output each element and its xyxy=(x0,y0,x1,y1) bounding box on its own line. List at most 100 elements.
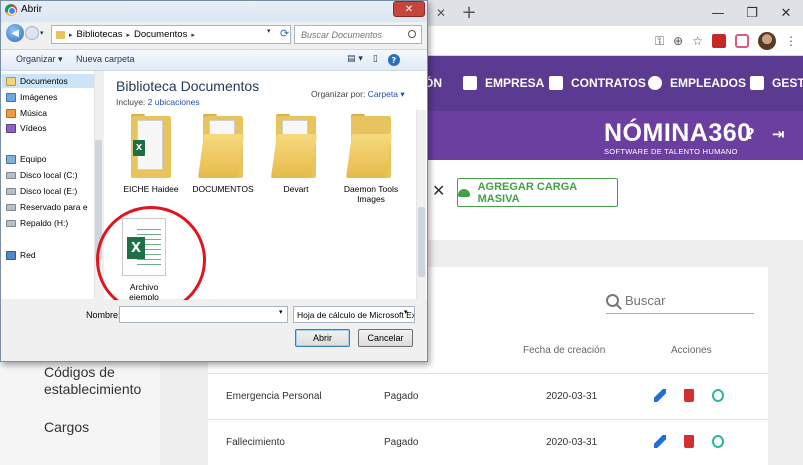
nav-item-disco-c[interactable]: Disco local (C:) xyxy=(6,168,78,182)
profile-avatar[interactable] xyxy=(758,32,776,50)
filetype-select[interactable]: Hoja de cálculo de Microsoft Excel xyxy=(293,306,415,323)
dialog-search-input[interactable] xyxy=(301,29,401,40)
nav-item-imagenes[interactable]: Imágenes xyxy=(6,90,57,104)
address-breadcrumb[interactable]: ▸ Bibliotecas ▸ Documentos ▸ xyxy=(51,25,291,44)
breadcrumb-item[interactable]: Bibliotecas xyxy=(77,29,123,40)
folder-item[interactable]: X EICHE Haidee xyxy=(116,114,186,194)
row-divider xyxy=(208,373,768,374)
history-dropdown-icon[interactable]: ▾ xyxy=(40,29,44,37)
nav-item-musica[interactable]: Música xyxy=(6,106,47,120)
face-icon xyxy=(648,76,662,90)
view-options-icon[interactable]: ▤ ▾ xyxy=(347,54,363,66)
nav-label: CONTRATOS xyxy=(571,76,646,90)
zoom-icon[interactable]: ⊕ xyxy=(673,31,683,51)
back-button[interactable]: ◀ xyxy=(6,24,24,42)
excel-icon: X xyxy=(133,140,145,156)
arrange-by-label: Organizar por: xyxy=(311,89,366,99)
nav-item-gestion[interactable]: GESTI xyxy=(750,74,803,92)
tab-close-icon[interactable]: ✕ xyxy=(436,6,446,20)
library-icon xyxy=(56,30,65,39)
extension-icon[interactable] xyxy=(735,34,749,48)
folder-label: Devart xyxy=(283,184,309,194)
window-close-icon[interactable]: ✕ xyxy=(769,0,803,26)
folder-item[interactable]: DOCUMENTOS xyxy=(188,114,258,194)
folder-icon: X xyxy=(127,114,175,178)
help-icon[interactable]: ? xyxy=(746,125,755,143)
file-list-scroll-thumb[interactable] xyxy=(418,207,425,277)
filetype-dropdown-icon[interactable]: ▾ xyxy=(404,308,408,316)
nomina360-logo: NÓMINA360 SOFTWARE DE TALENTO HUMANO xyxy=(604,120,752,156)
dialog-close-button[interactable]: ✕ xyxy=(393,1,425,17)
nav-item-label: Disco local (C:) xyxy=(20,170,78,180)
folder-item[interactable]: Devart xyxy=(261,114,331,194)
star-icon[interactable]: ☆ xyxy=(692,31,703,51)
nav-label: EMPRESA xyxy=(485,76,545,90)
history-icon[interactable] xyxy=(712,435,724,448)
cancel-button[interactable]: Cancelar xyxy=(358,329,413,347)
row-divider xyxy=(208,419,768,420)
history-icon[interactable] xyxy=(712,389,724,402)
refresh-icon[interactable]: ⟳ xyxy=(280,27,289,40)
nav-item-label: Vídeos xyxy=(20,123,47,133)
folder-icon xyxy=(270,114,320,178)
bulk-upload-button[interactable]: AGREGAR CARGA MASIVA xyxy=(457,178,618,207)
music-icon xyxy=(6,108,16,118)
nav-item-contratos[interactable]: CONTRATOS xyxy=(549,74,646,92)
nav-item-empresa[interactable]: EMPRESA xyxy=(463,74,544,92)
breadcrumb-item[interactable]: Documentos xyxy=(134,29,187,40)
filename-dropdown-icon[interactable]: ▾ xyxy=(279,308,283,316)
sidebar-item-cargos[interactable]: Cargos xyxy=(44,419,89,436)
nav-item-equipo[interactable]: Equipo xyxy=(6,152,46,166)
view-controls: ▤ ▾ ▯ ? xyxy=(347,54,400,66)
sidebar-item-label: Códigos de xyxy=(44,364,115,380)
delete-icon[interactable] xyxy=(684,389,694,402)
videos-icon xyxy=(6,123,16,133)
dialog-search xyxy=(294,25,422,44)
preview-pane-icon[interactable]: ▯ xyxy=(373,54,378,66)
nav-item-empleados[interactable]: EMPLEADOS xyxy=(648,74,746,92)
column-header-date: Fecha de creación xyxy=(523,345,606,356)
organize-button[interactable]: Organizar ▾ xyxy=(16,54,63,65)
nav-item-label: Documentos xyxy=(20,76,68,86)
key-icon[interactable]: ⚿ xyxy=(655,31,664,51)
minimize-icon[interactable]: — xyxy=(701,0,735,26)
library-locations-link[interactable]: 2 ubicaciones xyxy=(148,97,200,107)
nav-item-disco-e[interactable]: Disco local (E:) xyxy=(6,184,77,198)
cell-status: Pagado xyxy=(384,437,419,448)
nav-item-red[interactable]: Red xyxy=(6,248,36,262)
search-input[interactable] xyxy=(625,292,745,308)
highlight-circle xyxy=(96,206,206,314)
help-icon[interactable]: ? xyxy=(387,54,400,66)
edit-icon[interactable] xyxy=(654,435,666,448)
address-dropdown-icon[interactable]: ▾ xyxy=(267,27,271,35)
maximize-icon[interactable]: ❐ xyxy=(735,0,769,26)
arrange-by-dropdown[interactable]: Carpeta ▾ xyxy=(368,89,405,99)
delete-icon[interactable] xyxy=(684,435,694,448)
open-button[interactable]: Abrir xyxy=(295,329,350,347)
filename-input[interactable] xyxy=(119,306,288,323)
calendar-icon xyxy=(750,76,764,90)
edit-icon[interactable] xyxy=(654,389,666,402)
browser-menu-icon[interactable]: ⋮ xyxy=(785,31,797,51)
nav-item-label: Reservado para e xyxy=(20,202,88,212)
new-folder-button[interactable]: Nueva carpeta xyxy=(76,54,135,64)
disk-icon xyxy=(6,203,16,211)
clipboard-icon xyxy=(549,76,563,90)
nav-item-reservado[interactable]: Reservado para e xyxy=(6,200,88,214)
logout-icon[interactable]: ⇥ xyxy=(772,125,785,143)
folder-label: Daemon Tools Images xyxy=(343,184,399,204)
nav-item-documentos[interactable]: Documentos xyxy=(2,74,94,88)
building-icon xyxy=(463,76,477,90)
sidebar-item-codigos[interactable]: Códigos de establecimiento xyxy=(44,364,141,398)
new-tab-button[interactable]: + xyxy=(459,4,479,22)
folder-item[interactable]: Daemon Tools Images xyxy=(336,114,406,204)
nav-item-videos[interactable]: Vídeos xyxy=(6,121,46,135)
pdf-extension-icon[interactable] xyxy=(712,34,726,48)
bulk-upload-label: AGREGAR CARGA MASIVA xyxy=(477,180,577,205)
nav-item-repaldo[interactable]: Repaldo (H:) xyxy=(6,216,68,230)
logo-tagline: SOFTWARE DE TALENTO HUMANO xyxy=(604,147,738,156)
forward-button[interactable] xyxy=(25,26,39,40)
close-icon[interactable]: ✕ xyxy=(432,181,445,200)
pictures-icon xyxy=(6,92,16,102)
cell-name: Emergencia Personal xyxy=(226,391,322,402)
